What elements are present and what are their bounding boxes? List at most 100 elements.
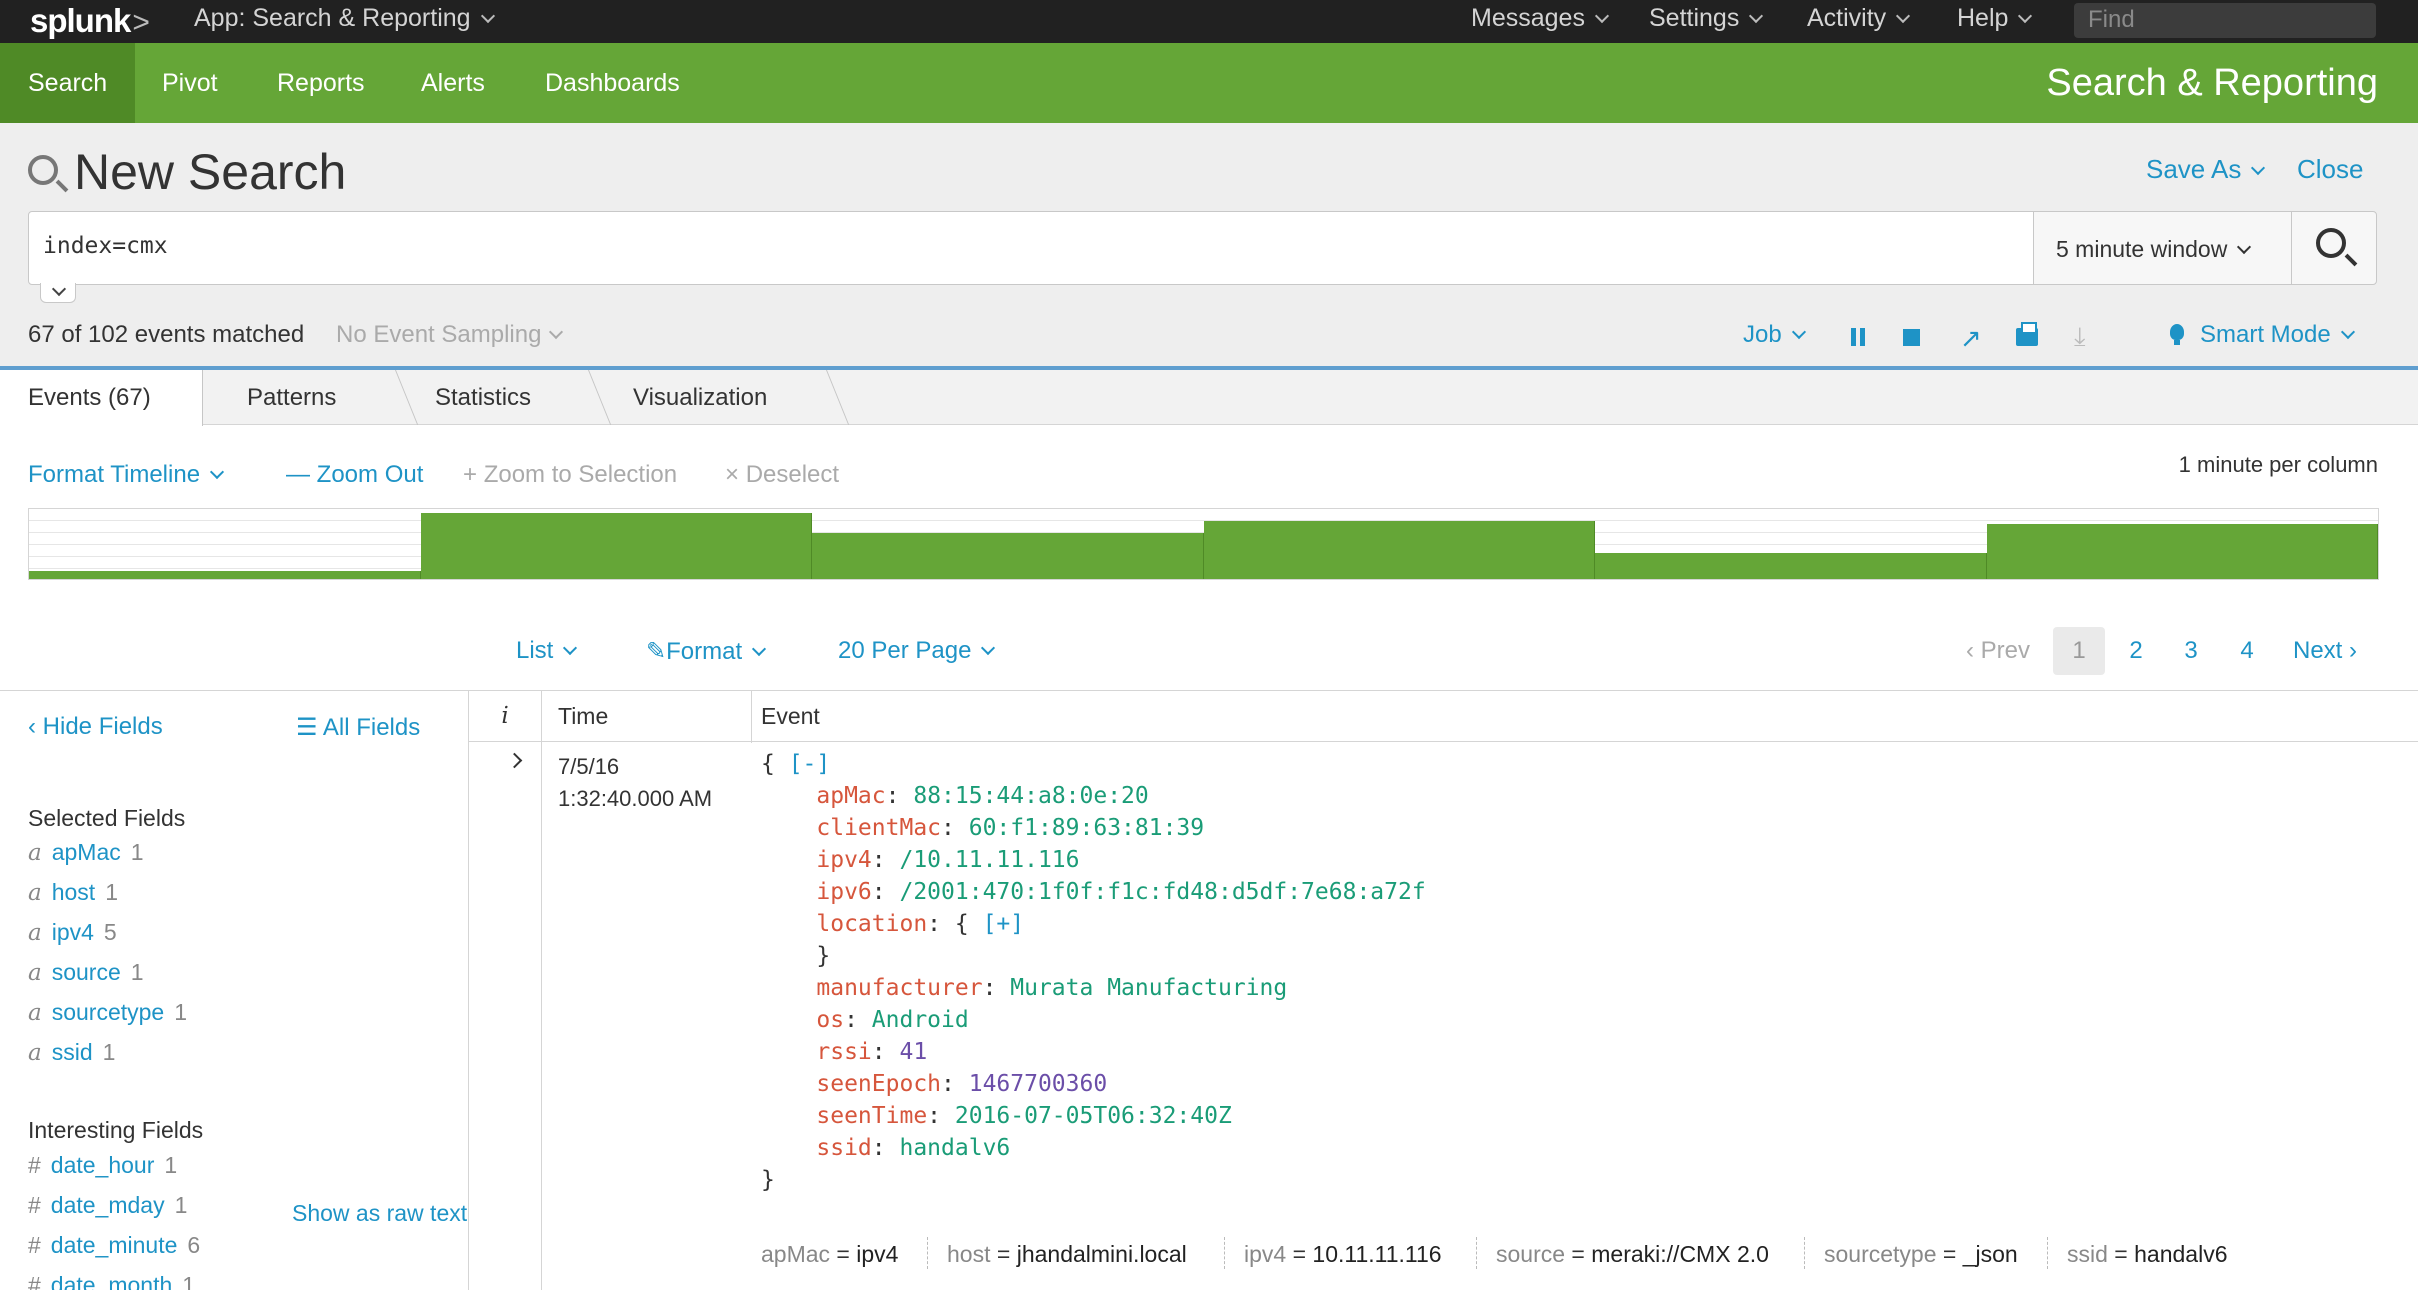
- event-field-pair[interactable]: source = meraki://CMX 2.0: [1496, 1241, 1769, 1268]
- json-key[interactable]: rssi: [816, 1039, 871, 1065]
- field-name[interactable]: source: [52, 959, 121, 985]
- event-field-value[interactable]: ipv4: [856, 1241, 898, 1267]
- search-query-input[interactable]: index=cmx: [28, 211, 2034, 285]
- tab-search[interactable]: Search: [0, 43, 136, 123]
- json-key[interactable]: seenTime: [816, 1103, 927, 1129]
- close-button[interactable]: Close: [2297, 154, 2363, 185]
- field-item[interactable]: # date_minute 6: [28, 1232, 200, 1259]
- tab-events[interactable]: Events (67): [0, 370, 203, 426]
- field-name[interactable]: ipv4: [52, 919, 94, 945]
- settings-menu[interactable]: Settings: [1649, 4, 1764, 33]
- column-event[interactable]: Event: [751, 691, 2418, 742]
- timeline-bar[interactable]: [1595, 553, 1987, 579]
- field-name[interactable]: date_month: [51, 1272, 172, 1290]
- timeline-bar[interactable]: [1986, 524, 2378, 579]
- hide-fields-button[interactable]: ‹ Hide Fields: [28, 713, 163, 741]
- tab-alerts[interactable]: Alerts: [393, 43, 513, 123]
- field-item[interactable]: # date_hour 1: [28, 1152, 177, 1179]
- json-value[interactable]: 1467700360: [969, 1071, 1107, 1097]
- next-page-button[interactable]: Next ›: [2293, 637, 2357, 665]
- json-value[interactable]: /10.11.11.116: [899, 847, 1079, 873]
- share-icon[interactable]: ↗: [1960, 323, 1982, 354]
- field-name[interactable]: date_mday: [51, 1192, 165, 1218]
- field-name[interactable]: date_minute: [51, 1232, 178, 1258]
- json-value[interactable]: 41: [899, 1039, 927, 1065]
- event-field-value[interactable]: 10.11.11.116: [1312, 1241, 1441, 1267]
- tab-reports[interactable]: Reports: [249, 43, 393, 123]
- prev-page-button[interactable]: ‹ Prev: [1966, 637, 2030, 665]
- json-value[interactable]: 2016-07-05T06:32:40Z: [955, 1103, 1232, 1129]
- json-value[interactable]: 88:15:44:a8:0e:20: [913, 783, 1148, 809]
- field-item[interactable]: a ipv4 5: [28, 919, 117, 946]
- column-time[interactable]: Time: [541, 691, 751, 742]
- json-key[interactable]: os: [816, 1007, 844, 1033]
- page-3[interactable]: 3: [2178, 627, 2204, 675]
- event-field-value[interactable]: _json: [1963, 1241, 2018, 1267]
- json-key[interactable]: location: [816, 911, 927, 937]
- field-item[interactable]: a source 1: [28, 959, 144, 986]
- find-input[interactable]: Find: [2074, 3, 2376, 38]
- timeline-histogram[interactable]: [28, 508, 2379, 580]
- json-key[interactable]: ipv4: [816, 847, 871, 873]
- all-fields-button[interactable]: ☰ All Fields: [296, 713, 420, 742]
- tab-statistics[interactable]: Statistics: [407, 370, 587, 425]
- messages-menu[interactable]: Messages: [1471, 4, 1610, 33]
- expand-query-icon[interactable]: [40, 283, 76, 303]
- json-key[interactable]: manufacturer: [816, 975, 982, 1001]
- collapse-json-toggle[interactable]: [-]: [789, 751, 831, 777]
- json-value[interactable]: /2001:470:1f0f:f1c:fd48:d5df:7e68:a72f: [899, 879, 1425, 905]
- field-name[interactable]: date_hour: [51, 1152, 155, 1178]
- expand-event-icon[interactable]: [506, 752, 523, 769]
- field-item[interactable]: a ssid 1: [28, 1039, 115, 1066]
- event-field-pair[interactable]: ssid = handalv6: [2067, 1241, 2227, 1268]
- json-key[interactable]: ipv6: [816, 879, 871, 905]
- tab-patterns[interactable]: Patterns: [219, 370, 394, 425]
- pause-icon[interactable]: [1850, 328, 1866, 346]
- event-field-value[interactable]: meraki://CMX 2.0: [1591, 1241, 1769, 1267]
- event-field-pair[interactable]: ipv4 = 10.11.11.116: [1244, 1241, 1442, 1268]
- timeline-bar[interactable]: [29, 571, 421, 579]
- print-icon[interactable]: [2016, 322, 2038, 346]
- run-search-button[interactable]: [2291, 211, 2377, 285]
- activity-menu[interactable]: Activity: [1807, 4, 1911, 33]
- splunk-logo[interactable]: splunk>: [30, 2, 150, 40]
- expand-json-toggle[interactable]: [+]: [983, 911, 1025, 937]
- timeline-bar[interactable]: [420, 513, 812, 579]
- field-item[interactable]: a sourcetype 1: [28, 999, 187, 1026]
- deselect-button[interactable]: × Deselect: [725, 461, 839, 489]
- per-page-menu[interactable]: 20 Per Page: [838, 637, 996, 665]
- list-view-menu[interactable]: List: [516, 637, 578, 665]
- field-name[interactable]: host: [52, 879, 95, 905]
- tab-pivot[interactable]: Pivot: [134, 43, 246, 123]
- job-menu[interactable]: Job: [1743, 321, 1806, 349]
- field-name[interactable]: ssid: [52, 1039, 93, 1065]
- show-raw-text-link[interactable]: Show as raw text: [292, 1200, 467, 1227]
- event-field-value[interactable]: handalv6: [2134, 1241, 2227, 1267]
- format-menu[interactable]: ✎Format: [646, 637, 767, 666]
- stop-icon[interactable]: [1903, 329, 1920, 346]
- page-2[interactable]: 2: [2123, 627, 2149, 675]
- tab-dashboards[interactable]: Dashboards: [517, 43, 708, 123]
- json-key[interactable]: ssid: [816, 1135, 871, 1161]
- event-field-pair[interactable]: sourcetype = _json: [1824, 1241, 2018, 1268]
- zoom-out-button[interactable]: — Zoom Out: [286, 461, 423, 489]
- export-icon[interactable]: ⤓: [2074, 321, 2086, 353]
- field-item[interactable]: # date_mday 1: [28, 1192, 187, 1219]
- event-sampling-dropdown[interactable]: No Event Sampling: [336, 321, 564, 349]
- field-item[interactable]: a apMac 1: [28, 839, 144, 866]
- json-value[interactable]: 60:f1:89:63:81:39: [969, 815, 1204, 841]
- event-field-value[interactable]: jhandalmini.local: [1017, 1241, 1187, 1267]
- page-4[interactable]: 4: [2234, 627, 2260, 675]
- time-range-picker[interactable]: 5 minute window: [2033, 211, 2292, 285]
- tab-visualization[interactable]: Visualization: [605, 370, 825, 425]
- json-value[interactable]: Murata Manufacturing: [1010, 975, 1287, 1001]
- app-menu[interactable]: App: Search & Reporting: [194, 4, 495, 33]
- timeline-bar[interactable]: [812, 533, 1204, 579]
- json-key[interactable]: clientMac: [816, 815, 941, 841]
- zoom-to-selection-button[interactable]: + Zoom to Selection: [463, 461, 677, 489]
- help-menu[interactable]: Help: [1957, 4, 2033, 33]
- timeline-bar[interactable]: [1203, 521, 1595, 579]
- search-mode-menu[interactable]: Smart Mode: [2200, 321, 2355, 349]
- json-value[interactable]: handalv6: [899, 1135, 1010, 1161]
- field-name[interactable]: apMac: [52, 839, 121, 865]
